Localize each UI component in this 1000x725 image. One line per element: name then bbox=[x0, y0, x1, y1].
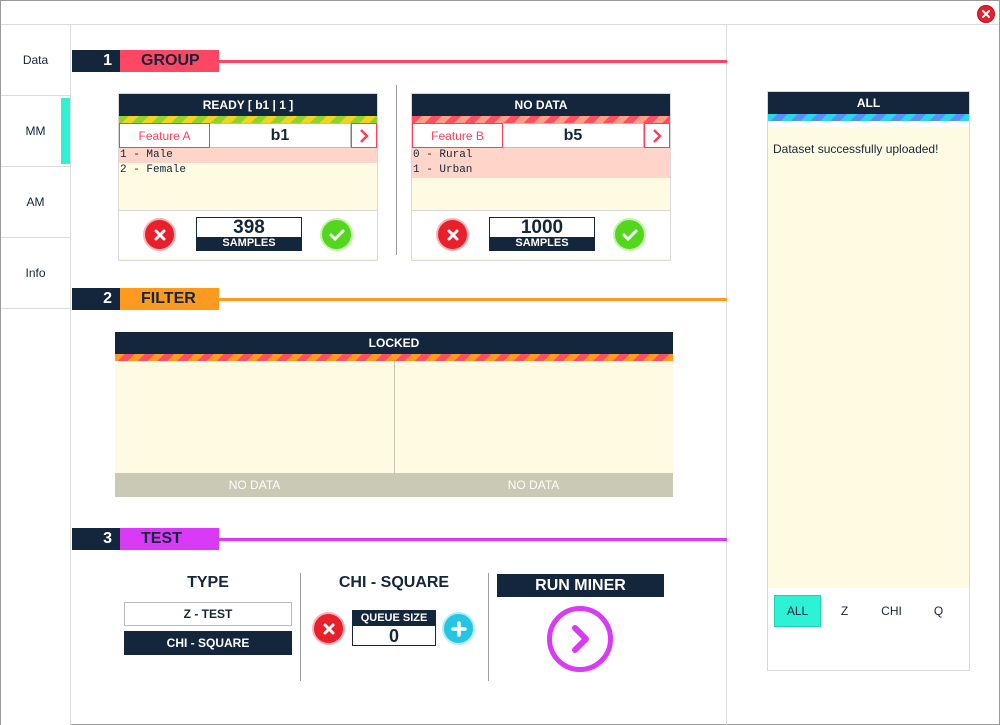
accept-button[interactable] bbox=[613, 218, 646, 251]
filter-stripe bbox=[115, 354, 673, 361]
sidebar-item-label: MM bbox=[25, 124, 46, 138]
feature-label[interactable]: Feature A bbox=[119, 123, 210, 148]
tab-q[interactable]: Q bbox=[915, 595, 962, 627]
queue-size-value: 0 bbox=[388, 626, 399, 646]
feature-selector: Feature A b1 bbox=[119, 123, 377, 148]
sample-label: SAMPLES bbox=[197, 237, 301, 250]
log-message: Dataset successfully uploaded! bbox=[773, 142, 939, 156]
log-filter-tabs: ALL Z CHI Q bbox=[774, 595, 964, 627]
filter-column-left bbox=[115, 361, 395, 473]
selected-test-title: CHI - SQUARE bbox=[338, 574, 450, 591]
sidebar-item-data[interactable]: Data bbox=[1, 25, 70, 96]
sidebar-item-label: Info bbox=[25, 266, 46, 280]
queue-size-label: QUEUE SIZE bbox=[353, 611, 435, 626]
sample-controls: 1000 SAMPLES bbox=[412, 210, 670, 258]
z-test-option[interactable]: Z - TEST bbox=[124, 602, 292, 626]
category-list: 1 - Male 2 - Female bbox=[119, 148, 377, 210]
log-messages: Dataset successfully uploaded! bbox=[768, 127, 969, 588]
sidebar: Data MM AM Info bbox=[1, 25, 71, 725]
category-item[interactable]: 1 - Male bbox=[119, 148, 377, 163]
sidebar-item-label: AM bbox=[26, 195, 45, 209]
section-number: 2 bbox=[72, 288, 120, 310]
section-number: 3 bbox=[72, 528, 120, 550]
filter-status: LOCKED bbox=[115, 332, 673, 354]
test-divider-1 bbox=[300, 573, 301, 681]
tab-chi[interactable]: CHI bbox=[868, 595, 915, 627]
sidebar-item-am[interactable]: AM bbox=[1, 167, 70, 238]
group-panel-a: READY [ b1 | 1 ] Feature A b1 1 - Male 2… bbox=[118, 93, 378, 261]
section-title: FILTER bbox=[120, 288, 219, 310]
sample-counter: 1000 SAMPLES bbox=[489, 217, 595, 251]
sample-count: 1000 bbox=[520, 217, 564, 238]
filter-footer: NO DATA NO DATA bbox=[115, 473, 673, 497]
group-divider bbox=[396, 85, 397, 255]
panel-status: READY [ b1 | 1 ] bbox=[119, 94, 377, 116]
test-section-header: 3 TEST bbox=[72, 528, 727, 550]
type-title: TYPE bbox=[187, 574, 229, 591]
feature-selector: Feature B b5 bbox=[412, 123, 670, 148]
group-section-header: 1 GROUP bbox=[72, 50, 727, 72]
section-number: 1 bbox=[72, 50, 120, 72]
tab-all[interactable]: ALL bbox=[774, 595, 821, 627]
chi-square-option[interactable]: CHI - SQUARE bbox=[124, 631, 292, 655]
filter-footer-right: NO DATA bbox=[507, 478, 560, 492]
title-bar bbox=[1, 1, 999, 25]
section-rule bbox=[219, 538, 727, 541]
queue-size-box: QUEUE SIZE 0 bbox=[352, 610, 436, 646]
section-title: TEST bbox=[120, 528, 219, 550]
feature-label[interactable]: Feature B bbox=[412, 123, 503, 148]
filter-section-header: 2 FILTER bbox=[72, 288, 727, 310]
status-stripe bbox=[412, 116, 670, 123]
sidebar-item-info[interactable]: Info bbox=[1, 238, 70, 309]
tab-z[interactable]: Z bbox=[821, 595, 868, 627]
sidebar-item-mm[interactable]: MM bbox=[1, 96, 70, 167]
run-miner-label[interactable]: RUN MINER bbox=[497, 574, 664, 597]
category-item[interactable]: 1 - Urban bbox=[412, 163, 670, 178]
app-window: Data MM AM Info 1 GROUP READY [ b1 | 1 ]… bbox=[0, 0, 1000, 725]
section-rule bbox=[219, 60, 727, 63]
sidebar-item-label: Data bbox=[22, 53, 49, 67]
group-panel-b: NO DATA Feature B b5 0 - Rural 1 - Urban… bbox=[411, 93, 671, 261]
close-icon[interactable] bbox=[977, 5, 995, 23]
section-title: GROUP bbox=[120, 50, 219, 72]
chevron-right-icon[interactable] bbox=[351, 123, 377, 148]
filter-footer-left: NO DATA bbox=[228, 478, 281, 492]
category-item[interactable]: 2 - Female bbox=[119, 163, 377, 178]
category-item[interactable]: 0 - Rural bbox=[412, 148, 670, 163]
feature-value: b1 bbox=[210, 123, 351, 148]
status-stripe bbox=[119, 116, 377, 123]
log-panel: ALL Dataset successfully uploaded! ALL Z… bbox=[767, 91, 970, 671]
log-header: ALL bbox=[768, 92, 969, 114]
category-list: 0 - Rural 1 - Urban bbox=[412, 148, 670, 210]
sample-counter: 398 SAMPLES bbox=[196, 217, 302, 251]
sample-count: 398 bbox=[233, 217, 265, 238]
clear-queue-button[interactable] bbox=[312, 612, 345, 645]
feature-value: b5 bbox=[503, 123, 644, 148]
chevron-right-icon bbox=[572, 625, 589, 653]
filter-panel: LOCKED NO DATA NO DATA bbox=[115, 332, 673, 498]
reject-button[interactable] bbox=[436, 218, 469, 251]
log-stripe bbox=[768, 114, 969, 121]
test-divider-2 bbox=[488, 573, 489, 681]
reject-button[interactable] bbox=[143, 218, 176, 251]
panel-status: NO DATA bbox=[412, 94, 670, 116]
active-tab-indicator bbox=[61, 98, 70, 164]
filter-columns bbox=[115, 361, 673, 473]
sample-label: SAMPLES bbox=[490, 237, 594, 250]
sample-controls: 398 SAMPLES bbox=[119, 210, 377, 258]
filter-column-right bbox=[394, 361, 673, 473]
main-content: 1 GROUP READY [ b1 | 1 ] Feature A b1 1 … bbox=[72, 25, 727, 725]
run-miner-button[interactable] bbox=[547, 606, 613, 672]
accept-button[interactable] bbox=[320, 218, 353, 251]
add-to-queue-button[interactable] bbox=[442, 612, 475, 645]
section-rule bbox=[219, 298, 727, 301]
chevron-right-icon[interactable] bbox=[644, 123, 670, 148]
